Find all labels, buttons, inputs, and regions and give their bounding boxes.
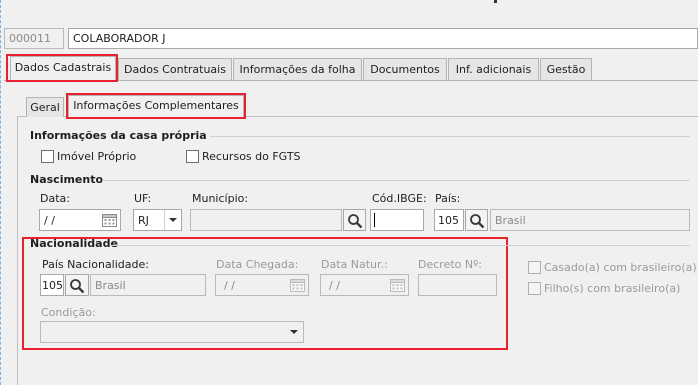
section-title-nacionalidade: Nacionalidade (30, 237, 118, 250)
pais-nacionalidade-code-input[interactable]: 105 (40, 274, 64, 296)
pais-nacionalidade-name-field: Brasil (90, 274, 206, 296)
employee-name: COLABORADOR J (73, 32, 166, 45)
pais-nacionalidade-search-button[interactable] (65, 274, 89, 296)
tab-label: Informações da folha (239, 63, 356, 76)
tab-label: Dados Contratuais (124, 63, 226, 76)
highlight-tab-dados-cadastrais (6, 54, 118, 82)
subtab-label: Geral (30, 101, 60, 114)
employee-code-field[interactable]: 000011 (4, 28, 64, 49)
label-municipio: Município: (192, 192, 249, 205)
data-natur-value: / / (329, 279, 340, 292)
label-recursos-fgts: Recursos do FGTS (202, 150, 301, 163)
checkbox-casado-brasileiro[interactable] (528, 261, 541, 274)
label-decreto: Decreto Nº: (418, 258, 482, 271)
chevron-down-icon (290, 330, 298, 334)
data-nascimento-input[interactable]: / / (39, 209, 121, 231)
section-title-casa-propria: Informações da casa própria (30, 129, 207, 142)
tab-label: Documentos (370, 63, 440, 76)
label-filhos-brasileiro: Filho(s) com brasileiro(a) (544, 282, 681, 295)
calendar-icon (289, 277, 306, 293)
search-icon (348, 214, 363, 229)
uf-dropdown-button[interactable] (164, 210, 181, 230)
highlight-subtab-complementares (66, 93, 246, 119)
employee-name-field[interactable]: COLABORADOR J (68, 28, 698, 49)
pais-search-button[interactable] (465, 209, 488, 231)
tab-inf-adicionais[interactable]: Inf. adicionais (448, 58, 539, 80)
pais-nacionalidade-name: Brasil (95, 279, 126, 292)
pais-name: Brasil (495, 214, 526, 227)
calendar-icon[interactable] (101, 212, 118, 228)
tab-dados-contratuais[interactable]: Dados Contratuais (118, 58, 232, 80)
section-divider (210, 136, 690, 137)
tab-informacoes-folha[interactable]: Informações da folha (233, 58, 362, 80)
label-condicao: Condição: (41, 306, 96, 319)
section-divider (110, 245, 690, 246)
pais-code: 105 (438, 214, 459, 227)
municipio-search-button[interactable] (343, 209, 366, 231)
employee-code: 000011 (9, 32, 51, 45)
tab-label: Gestão (546, 63, 586, 76)
cod-ibge-input[interactable] (370, 209, 424, 231)
checkbox-imovel-proprio[interactable] (41, 150, 54, 163)
label-cod-ibge: Cód.IBGE: (372, 192, 427, 205)
data-nascimento-value: / / (44, 214, 55, 227)
label-pais: País: (435, 192, 461, 205)
label-uf: UF: (134, 192, 152, 205)
label-pais-nacionalidade: País Nacionalidade: (42, 258, 149, 271)
text-cursor (374, 213, 375, 227)
municipio-input[interactable] (190, 209, 342, 231)
section-divider (102, 180, 690, 181)
pais-code-input[interactable]: 105 (434, 209, 464, 231)
top-mark (494, 0, 497, 3)
checkbox-filhos-brasileiro[interactable] (528, 282, 541, 295)
label-data-natur: Data Natur.: (321, 258, 388, 271)
subtab-geral[interactable]: Geral (26, 97, 64, 117)
label-data-chegada: Data Chegada: (216, 258, 299, 271)
checkbox-recursos-fgts[interactable] (186, 150, 199, 163)
decreto-input[interactable] (418, 274, 497, 296)
tab-documentos[interactable]: Documentos (363, 58, 447, 80)
calendar-icon (389, 277, 406, 293)
chevron-down-icon (169, 218, 177, 222)
data-chegada-value: / / (224, 279, 235, 292)
condicao-dropdown-button[interactable] (286, 322, 303, 342)
window-edge-guide (0, 0, 1, 385)
pais-nacionalidade-code: 105 (42, 279, 63, 292)
uf-select[interactable]: RJ (133, 209, 182, 231)
section-title-nascimento: Nascimento (30, 173, 104, 186)
label-data-nascimento: Data: (40, 192, 70, 205)
search-icon (70, 279, 85, 294)
uf-value: RJ (138, 214, 149, 227)
label-imovel-proprio: Imóvel Próprio (57, 150, 137, 163)
condicao-select[interactable] (40, 321, 304, 343)
search-icon (470, 214, 485, 229)
label-casado-brasileiro: Casado(a) com brasileiro(a) (544, 261, 697, 274)
tab-gestao[interactable]: Gestão (540, 58, 592, 80)
tab-label: Inf. adicionais (455, 63, 532, 76)
data-chegada-input[interactable]: / / (215, 274, 309, 296)
data-natur-input[interactable]: / / (320, 274, 409, 296)
pais-name-field: Brasil (490, 209, 690, 231)
window-top-strip (0, 0, 698, 385)
